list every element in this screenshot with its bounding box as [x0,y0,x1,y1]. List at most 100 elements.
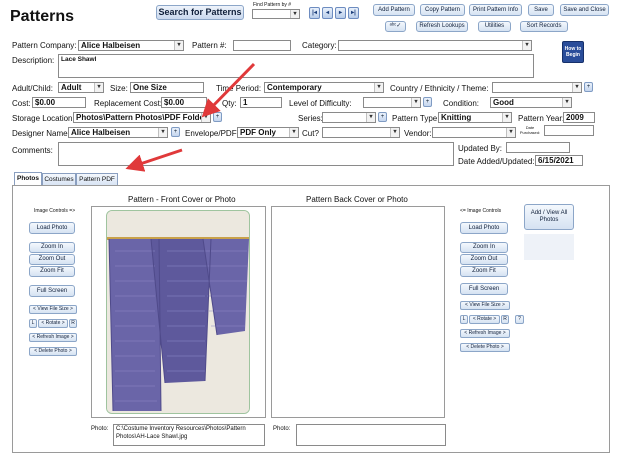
chevron-down-icon[interactable]: ▾ [522,41,531,50]
pattern-company-combo[interactable]: Alice Halbeisen ▾ [78,40,184,51]
right-refresh-image-button[interactable]: < Refresh Image > [460,329,510,338]
qty-input[interactable]: 1 [240,97,282,108]
zoom-out-button[interactable]: Zoom Out [29,254,75,265]
pattern-num-input[interactable] [233,40,291,51]
tab-costumes[interactable]: Costumes [42,173,76,185]
designer-name-combo[interactable]: Alice Halbeisen ▾ [68,127,168,138]
refresh-image-button[interactable]: < Refresh Image > [29,333,77,342]
chevron-down-icon[interactable]: ▾ [94,83,103,92]
last-record-icon[interactable]: ▸| [348,7,359,19]
add-designer-button[interactable]: + [171,127,180,137]
add-country-button[interactable]: + [584,82,593,92]
chevron-down-icon[interactable]: ▾ [174,41,183,50]
search-patterns-button[interactable]: Search for Patterns [156,5,244,20]
full-screen-button[interactable]: Full Screen [29,285,75,297]
rotate-left-button[interactable]: L [29,319,37,328]
back-photo-frame[interactable] [271,206,445,418]
chevron-down-icon[interactable]: ▾ [502,113,511,122]
envelope-pdf-combo[interactable]: PDF Only ▾ [237,127,299,138]
date-added-input[interactable]: 6/15/2021 [535,155,583,166]
right-rotate-left-button[interactable]: L [460,315,468,324]
pattern-year-label: Pattern Year: [518,114,565,123]
right-rotate-right-button[interactable]: R [501,315,509,324]
right-load-photo-button[interactable]: Load Photo [460,222,508,234]
rotate-button[interactable]: < Rotate > [38,319,68,328]
chevron-down-icon[interactable]: ▾ [411,98,420,107]
utilities-button[interactable]: Utilities [478,21,511,32]
chevron-down-icon[interactable]: ▾ [290,10,299,18]
right-zoom-fit-button[interactable]: Zoom Fit [460,266,508,277]
chevron-down-icon[interactable]: ▾ [158,128,167,137]
front-photo-image[interactable] [106,210,250,414]
category-combo[interactable]: ▾ [338,40,532,51]
chevron-down-icon[interactable]: ▾ [201,113,210,122]
country-label: Country / Ethnicity / Theme: [390,84,489,93]
right-delete-photo-button[interactable]: < Delete Photo > [460,343,510,352]
first-record-icon[interactable]: |◂ [309,7,320,19]
size-combo[interactable]: One Size [130,82,204,93]
condition-label: Condition: [443,99,480,108]
chevron-down-icon[interactable]: ▾ [366,113,375,122]
save-close-button[interactable]: Save and Close [560,4,609,16]
help-button[interactable]: ? [515,315,524,324]
add-storage-button[interactable]: + [213,112,222,122]
sort-records-button[interactable]: Sort Records [520,21,568,32]
right-full-screen-button[interactable]: Full Screen [460,283,508,295]
add-series-button[interactable]: + [378,112,387,122]
tab-pattern-pdf[interactable]: Pattern PDF [76,173,118,185]
next-record-icon[interactable]: ▸ [335,7,346,19]
chevron-down-icon[interactable]: ▾ [289,128,298,137]
description-input[interactable]: Lace Shawl [58,54,534,78]
right-rotate-button[interactable]: < Rotate > [469,315,500,324]
right-zoom-in-button[interactable]: Zoom In [460,242,508,253]
cost-input[interactable]: $0.00 [32,97,86,108]
zoom-in-button[interactable]: Zoom In [29,242,75,253]
time-period-combo[interactable]: Contemporary ▾ [264,82,384,93]
replacement-cost-input[interactable]: $0.00 [161,97,207,108]
country-combo[interactable]: ▾ [492,82,582,93]
back-photo-path-input[interactable] [296,424,446,446]
view-file-size-button[interactable]: < View File Size > [29,305,77,314]
load-photo-button[interactable]: Load Photo [29,222,75,234]
print-pattern-info-button[interactable]: Print Pattern Info [469,4,522,16]
pattern-type-combo[interactable]: Knitting ▾ [438,112,512,123]
delete-photo-button[interactable]: < Delete Photo > [29,347,77,356]
back-photo-title: Pattern Back Cover or Photo [306,195,408,204]
front-photo-path-input[interactable]: C:\Costume Inventory Resources\Photos\Pa… [113,424,265,446]
comments-input[interactable] [58,142,454,166]
chevron-down-icon[interactable]: ▾ [374,83,383,92]
chevron-down-icon[interactable]: ▾ [390,128,399,137]
refresh-lookups-button[interactable]: Refresh Lookups [416,21,468,32]
envelope-pdf-label: Envelope/PDF: [185,129,239,138]
tab-photos[interactable]: Photos [14,172,42,185]
cut-combo[interactable]: ▾ [322,127,400,138]
zoom-fit-button[interactable]: Zoom Fit [29,266,75,277]
condition-combo[interactable]: Good ▾ [490,97,572,108]
chevron-down-icon[interactable]: ▾ [506,128,515,137]
vendor-combo[interactable]: ▾ [432,127,516,138]
adult-child-label: Adult/Child: [12,84,53,93]
right-view-file-size-button[interactable]: < View File Size > [460,301,510,310]
spellcheck-button[interactable]: ᵃᵇᶜ✓ [385,21,406,32]
difficulty-combo[interactable]: ▾ [363,97,421,108]
add-view-all-photos-button[interactable]: Add / View All Photos [524,204,574,230]
how-to-begin-book-icon[interactable]: How to Begin [562,41,584,63]
pattern-company-label: Pattern Company: [12,41,77,50]
series-combo[interactable]: ▾ [322,112,376,123]
add-difficulty-button[interactable]: + [423,97,432,107]
save-button[interactable]: Save [528,4,554,16]
find-pattern-combo[interactable]: ▾ [252,9,300,19]
storage-location-combo[interactable]: Photos\Pattern Photos\PDF Folder ▾ [73,112,211,123]
right-zoom-out-button[interactable]: Zoom Out [460,254,508,265]
adult-child-combo[interactable]: Adult ▾ [58,82,104,93]
chevron-down-icon[interactable]: ▾ [572,83,581,92]
front-photo-title: Pattern - Front Cover or Photo [128,195,236,204]
chevron-down-icon[interactable]: ▾ [562,98,571,107]
date-purchased-input[interactable] [544,125,594,136]
pattern-year-input[interactable]: 2009 [563,112,595,123]
copy-pattern-button[interactable]: Copy Pattern [420,4,465,16]
previous-record-icon[interactable]: ◂ [322,7,333,19]
updated-by-input[interactable] [506,142,570,153]
rotate-right-button[interactable]: R [69,319,77,328]
add-pattern-button[interactable]: Add Pattern [373,4,415,16]
